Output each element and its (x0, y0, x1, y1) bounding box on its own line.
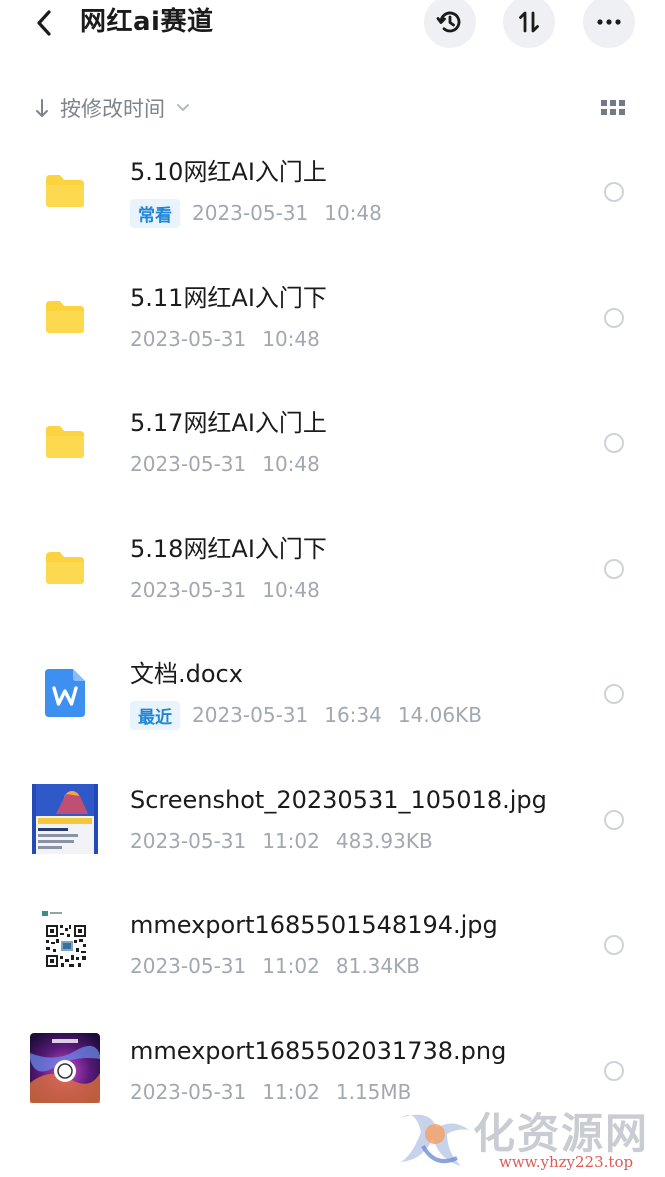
sort-order-button[interactable] (503, 0, 555, 48)
select-radio[interactable] (604, 935, 624, 955)
file-name: Screenshot_20230531_105018.jpg (130, 785, 547, 814)
list-item[interactable]: 5.17网红AI入门上 2023-05-31 10:48 (0, 379, 665, 505)
list-item[interactable]: 5.18网红AI入门下 2023-05-31 10:48 (0, 505, 665, 631)
folder-icon (28, 280, 102, 354)
top-bar: 网红ai赛道 (0, 0, 665, 50)
file-name: mmexport1685501548194.jpg (130, 911, 498, 939)
select-radio[interactable] (604, 182, 624, 202)
select-radio[interactable] (604, 433, 624, 453)
file-meta: 2023-05-31 11:02 483.93KB (130, 827, 433, 855)
grid-view-button[interactable] (600, 97, 626, 119)
watermark-logo-icon (401, 1114, 469, 1166)
sort-bar: 按修改时间 (0, 88, 665, 128)
select-radio[interactable] (604, 1060, 624, 1081)
file-list: 5.10网红AI入门上 常看 2023-05-31 10:48 5.11网红AI… (0, 128, 665, 1132)
file-name: mmexport1685502031738.png (130, 1036, 507, 1065)
file-time: 10:48 (262, 577, 320, 602)
sort-arrows-icon (519, 11, 539, 33)
list-item[interactable]: 5.10网红AI入门上 常看 2023-05-31 10:48 (0, 128, 665, 254)
more-dots-icon (597, 19, 621, 25)
file-date: 2023-05-31 (130, 1079, 247, 1104)
file-size: 14.06KB (397, 703, 482, 727)
sort-mode-dropdown[interactable]: 按修改时间 (34, 88, 191, 128)
file-time: 11:02 (262, 828, 320, 853)
list-item[interactable]: 文档.docx 最近 2023-05-31 16:34 14.06KB (0, 630, 665, 756)
watermark-url: www.yhzy223.top (499, 1153, 634, 1171)
file-size: 483.93KB (335, 828, 433, 853)
file-date: 2023-05-31 (130, 577, 247, 602)
file-time: 10:48 (324, 201, 382, 225)
watermark-text: 化资源网 (473, 1109, 650, 1158)
file-date: 2023-05-31 (130, 452, 247, 476)
qr-image-thumbnail (28, 905, 102, 979)
file-time: 10:48 (262, 452, 320, 476)
back-button[interactable] (28, 5, 60, 41)
folder-icon (28, 405, 102, 479)
file-date: 2023-05-31 (130, 954, 247, 978)
file-meta: 最近 2023-05-31 16:34 14.06KB (130, 700, 482, 730)
list-item[interactable]: 5.11网红AI入门下 2023-05-31 10:48 (0, 254, 665, 380)
file-meta: 2023-05-31 10:48 (130, 576, 320, 604)
history-icon (436, 11, 461, 33)
file-time: 11:02 (262, 954, 320, 978)
file-name: 5.10网红AI入门上 (130, 158, 327, 186)
file-meta: 2023-05-31 10:48 (130, 450, 320, 478)
history-button[interactable] (424, 0, 476, 48)
select-radio[interactable] (604, 684, 624, 704)
chevron-left-icon (37, 10, 51, 36)
file-time: 10:48 (262, 326, 320, 351)
file-meta: 常看 2023-05-31 10:48 (130, 198, 382, 228)
status-badge: 最近 (130, 700, 180, 730)
select-radio[interactable] (604, 809, 624, 830)
folder-icon (28, 154, 102, 228)
file-meta: 2023-05-31 11:02 1.15MB (130, 1078, 411, 1106)
file-time: 16:34 (324, 703, 382, 727)
page-title: 网红ai赛道 (80, 7, 214, 37)
chevron-down-icon (177, 104, 189, 111)
file-name: 5.18网红AI入门下 (130, 534, 327, 563)
status-badge: 常看 (130, 198, 180, 228)
file-size: 81.34KB (335, 954, 420, 978)
file-date: 2023-05-31 (130, 326, 247, 351)
more-button[interactable] (583, 0, 635, 48)
file-meta: 2023-05-31 11:02 81.34KB (130, 952, 420, 980)
file-time: 11:02 (262, 1079, 320, 1104)
watermark: 化资源网 www.yhzy223.top (395, 1098, 660, 1174)
file-name: 5.11网红AI入门下 (130, 283, 327, 312)
file-name: 文档.docx (130, 660, 243, 688)
image-thumbnail (28, 1031, 102, 1105)
file-date: 2023-05-31 (192, 201, 309, 225)
word-doc-icon (28, 656, 102, 730)
file-date: 2023-05-31 (192, 703, 309, 727)
folder-icon (28, 531, 102, 605)
sort-mode-label: 按修改时间 (60, 97, 165, 121)
file-name: 5.17网红AI入门上 (130, 409, 327, 437)
arrow-down-icon (36, 99, 48, 117)
list-item[interactable]: Screenshot_20230531_105018.jpg 2023-05-3… (0, 756, 665, 882)
image-thumbnail (28, 782, 102, 856)
select-radio[interactable] (604, 558, 624, 579)
select-radio[interactable] (604, 307, 624, 328)
file-date: 2023-05-31 (130, 828, 247, 853)
grid-view-icon (601, 100, 625, 115)
file-meta: 2023-05-31 10:48 (130, 325, 320, 353)
list-item[interactable]: mmexport1685501548194.jpg 2023-05-31 11:… (0, 881, 665, 1007)
